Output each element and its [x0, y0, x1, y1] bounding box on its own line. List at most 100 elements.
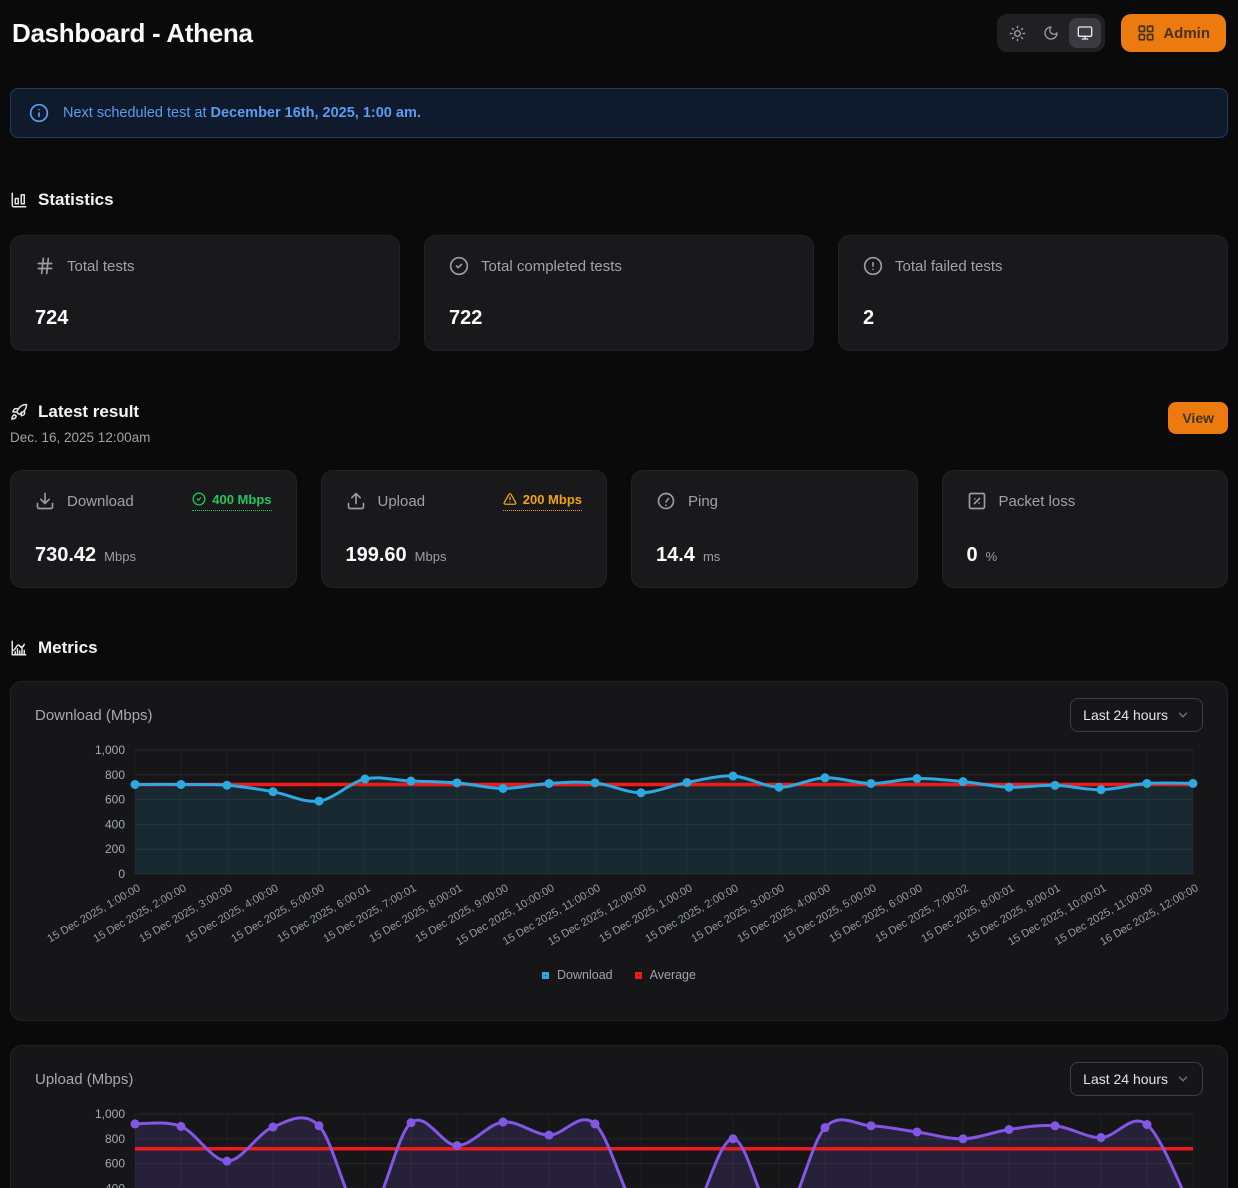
svg-text:400: 400 — [105, 1181, 125, 1188]
svg-text:600: 600 — [105, 1157, 125, 1171]
scheduled-test-banner: Next scheduled test at December 16th, 20… — [10, 88, 1228, 138]
chevron-down-icon — [1176, 1072, 1190, 1086]
card-label: Total tests — [67, 258, 135, 275]
svg-text:1,000: 1,000 — [95, 1107, 125, 1121]
upload-chart-title: Upload (Mbps) — [35, 1071, 133, 1088]
upload-threshold-badge[interactable]: 200 Mbps — [503, 492, 582, 511]
moon-icon — [1043, 25, 1059, 41]
card-label: Total failed tests — [895, 258, 1003, 275]
percent-square-icon — [967, 491, 987, 511]
download-chart-svg: 02004006008001,00015 Dec 2025, 1:00:0015… — [35, 740, 1205, 962]
top-bar-actions: Admin — [997, 14, 1226, 52]
banner-text-plain: Next scheduled test at — [63, 105, 206, 121]
badge-label: 400 Mbps — [212, 492, 271, 507]
dashboard-page: Dashboard - Athena Admin — [0, 0, 1238, 1188]
download-threshold-badge[interactable]: 400 Mbps — [192, 492, 271, 511]
sun-icon — [1009, 25, 1026, 42]
statistics-cards: Total tests 724 Total completed tests 72… — [10, 235, 1228, 351]
theme-dark-button[interactable] — [1035, 18, 1067, 48]
upload-card: Upload 200 Mbps 199.60 Mbps — [321, 470, 608, 588]
latest-result-header: Latest result Dec. 16, 2025 12:00am View — [10, 402, 1228, 445]
grid-icon — [1137, 24, 1155, 42]
warning-triangle-icon — [503, 492, 517, 506]
upload-chart-card: Upload (Mbps) Last 24 hours 020040060080… — [10, 1045, 1228, 1188]
latest-result-timestamp: Dec. 16, 2025 12:00am — [10, 430, 150, 445]
theme-light-button[interactable] — [1001, 18, 1033, 48]
admin-button-label: Admin — [1163, 25, 1210, 42]
legend-label: Download — [557, 968, 613, 982]
packet-loss-card: Packet loss 0 % — [942, 470, 1229, 588]
download-chart-legend: Download Average — [35, 968, 1203, 982]
upload-range-select[interactable]: Last 24 hours — [1070, 1062, 1203, 1096]
total-tests-value: 724 — [35, 307, 68, 330]
ping-unit: ms — [703, 549, 720, 564]
download-chart[interactable]: 02004006008001,00015 Dec 2025, 1:00:0015… — [35, 740, 1203, 962]
statistics-heading-label: Statistics — [38, 190, 114, 210]
download-icon — [35, 491, 55, 511]
svg-text:800: 800 — [105, 1132, 125, 1146]
upload-unit: Mbps — [415, 549, 447, 564]
theme-system-button[interactable] — [1069, 18, 1101, 48]
top-bar: Dashboard - Athena Admin — [10, 0, 1228, 52]
download-range-select[interactable]: Last 24 hours — [1070, 698, 1203, 732]
svg-text:200: 200 — [105, 842, 125, 856]
range-select-value: Last 24 hours — [1083, 1071, 1168, 1087]
legend-item-average[interactable]: Average — [635, 968, 696, 982]
banner-text-highlight: December 16th, 2025, 1:00 am. — [211, 105, 421, 121]
latest-result-heading-label: Latest result — [38, 402, 139, 422]
gauge-icon — [656, 491, 676, 511]
ping-value: 14.4 — [656, 544, 695, 567]
rocket-icon — [10, 403, 28, 421]
total-failed-tests-card: Total failed tests 2 — [838, 235, 1228, 351]
svg-text:0: 0 — [118, 867, 125, 881]
svg-text:600: 600 — [105, 793, 125, 807]
legend-key — [635, 972, 642, 979]
upload-value: 199.60 — [346, 544, 407, 567]
svg-text:800: 800 — [105, 768, 125, 782]
download-unit: Mbps — [104, 549, 136, 564]
card-label: Download — [67, 493, 134, 510]
statistics-heading: Statistics — [10, 190, 1228, 210]
view-button[interactable]: View — [1168, 402, 1228, 434]
theme-toggle — [997, 14, 1105, 52]
upload-chart[interactable]: 02004006008001,00015 Dec 2025, 1:00:0015… — [35, 1104, 1203, 1188]
badge-label: 200 Mbps — [523, 492, 582, 507]
download-chart-title: Download (Mbps) — [35, 707, 153, 724]
ping-card: Ping 14.4 ms — [631, 470, 918, 588]
download-chart-card: Download (Mbps) Last 24 hours 0 200 400 600… — [10, 681, 1228, 1021]
check-circle-icon — [449, 256, 469, 276]
svg-text:400: 400 — [105, 817, 125, 831]
metrics-heading-label: Metrics — [38, 638, 98, 658]
total-completed-tests-value: 722 — [449, 307, 482, 330]
total-tests-card: Total tests 724 — [10, 235, 400, 351]
alert-circle-icon — [863, 256, 883, 276]
latest-result-cards: Download 400 Mbps 730.42 Mbps Upload 200 — [10, 470, 1228, 588]
banner-text: Next scheduled test at December 16th, 20… — [63, 105, 421, 121]
metrics-chart-icon — [10, 639, 28, 657]
packet-loss-unit: % — [986, 549, 998, 564]
packet-loss-value: 0 — [967, 544, 978, 567]
download-value: 730.42 — [35, 544, 96, 567]
legend-item-download[interactable]: Download — [542, 968, 613, 982]
range-select-value: Last 24 hours — [1083, 707, 1168, 723]
hash-icon — [35, 256, 55, 276]
bar-chart-icon — [10, 191, 28, 209]
admin-button[interactable]: Admin — [1121, 14, 1226, 52]
svg-text:1,000: 1,000 — [95, 743, 125, 757]
card-label: Upload — [378, 493, 426, 510]
info-icon — [29, 103, 49, 123]
chevron-down-icon — [1176, 708, 1190, 722]
download-card: Download 400 Mbps 730.42 Mbps — [10, 470, 297, 588]
legend-label: Average — [650, 968, 696, 982]
monitor-icon — [1077, 25, 1093, 41]
page-title: Dashboard - Athena — [12, 18, 253, 49]
upload-chart-svg: 02004006008001,00015 Dec 2025, 1:00:0015… — [35, 1104, 1205, 1188]
latest-result-heading: Latest result — [10, 402, 150, 422]
total-completed-tests-card: Total completed tests 722 — [424, 235, 814, 351]
legend-key — [542, 972, 549, 979]
upload-icon — [346, 491, 366, 511]
card-label: Ping — [688, 493, 718, 510]
metrics-heading: Metrics — [10, 638, 1228, 658]
card-label: Total completed tests — [481, 258, 622, 275]
check-circle-icon — [192, 492, 206, 506]
